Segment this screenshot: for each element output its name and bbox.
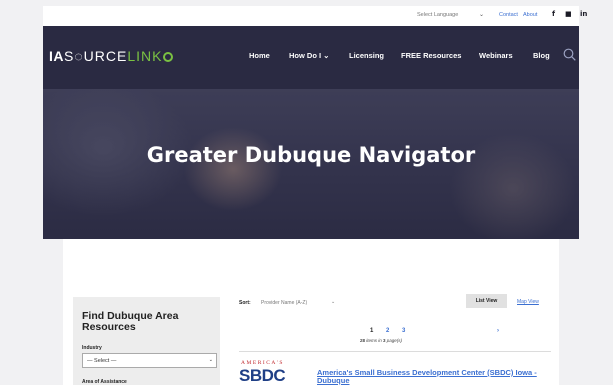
count-mid: items in xyxy=(364,338,383,343)
hero-banner: Greater Dubuque Navigator xyxy=(43,89,579,239)
logo-text-ia: IA xyxy=(49,48,64,64)
nav-item-free-resources[interactable]: FREE Resources xyxy=(401,51,461,60)
sort-select[interactable]: Provider Name (A-Z) xyxy=(261,300,307,306)
about-link[interactable]: About xyxy=(523,12,537,18)
sort-label: Sort: xyxy=(239,300,251,306)
nav-item-licensing[interactable]: Licensing xyxy=(349,51,384,60)
list-view-button[interactable]: List View xyxy=(466,294,507,308)
main-content: Find Dubuque Area Resources Industry — S… xyxy=(63,239,559,385)
page-2[interactable]: 2 xyxy=(386,328,389,334)
provider-title-link[interactable]: America's Small Business Development Cen… xyxy=(317,369,552,385)
nav-item-webinars[interactable]: Webinars xyxy=(479,51,513,60)
utility-bar: Select Language ⌄ Contact About f ■ in xyxy=(43,6,587,26)
provider-logo[interactable]: AMERICA'S SBDC xyxy=(237,360,299,385)
nav-item-blog[interactable]: Blog xyxy=(533,51,550,60)
language-select[interactable]: Select Language xyxy=(417,12,458,18)
results-count: 28 items in 3 page(s) xyxy=(309,338,453,343)
page-3[interactable]: 3 xyxy=(402,328,405,334)
page-1[interactable]: 1 xyxy=(370,328,373,334)
count-tail: page(s) xyxy=(385,338,403,343)
linkedin-icon[interactable]: in xyxy=(580,10,587,18)
industry-select-value: — Select — xyxy=(87,358,117,364)
industry-label: Industry xyxy=(82,345,102,351)
industry-select[interactable]: — Select — ⌄ xyxy=(82,353,217,368)
filter-panel: Find Dubuque Area Resources Industry — S… xyxy=(73,297,220,385)
youtube-icon[interactable]: ■ xyxy=(565,10,572,18)
page-title: Greater Dubuque Navigator xyxy=(146,143,476,167)
search-icon[interactable] xyxy=(563,48,576,61)
contact-link[interactable]: Contact xyxy=(499,12,518,18)
logo-main-text: SBDC xyxy=(239,366,286,385)
logo-text-link: LINK xyxy=(127,48,163,64)
page: Select Language ⌄ Contact About f ■ in I… xyxy=(0,0,613,385)
area-label: Area of Assistance xyxy=(82,379,127,385)
main-nav: IAS◌URCELINK Home How Do I ⌄ Licensing F… xyxy=(43,26,579,89)
nav-item-home[interactable]: Home xyxy=(249,51,270,60)
logo-ring-icon xyxy=(163,52,174,62)
site-logo[interactable]: IAS◌URCELINK xyxy=(49,48,174,64)
chevron-down-icon[interactable]: ⌄ xyxy=(331,299,335,305)
filter-title: Find Dubuque Area Resources xyxy=(82,310,179,333)
chevron-down-icon[interactable]: ⌄ xyxy=(479,11,484,18)
facebook-icon[interactable]: f xyxy=(552,10,555,18)
next-page-icon[interactable]: › xyxy=(497,328,499,334)
chevron-down-icon: ⌄ xyxy=(208,357,213,363)
map-view-link[interactable]: Map View xyxy=(517,299,539,305)
logo-text-source: S◌URCE xyxy=(64,48,128,64)
nav-item-how-do-i[interactable]: How Do I ⌄ xyxy=(289,51,329,60)
divider xyxy=(239,351,551,352)
